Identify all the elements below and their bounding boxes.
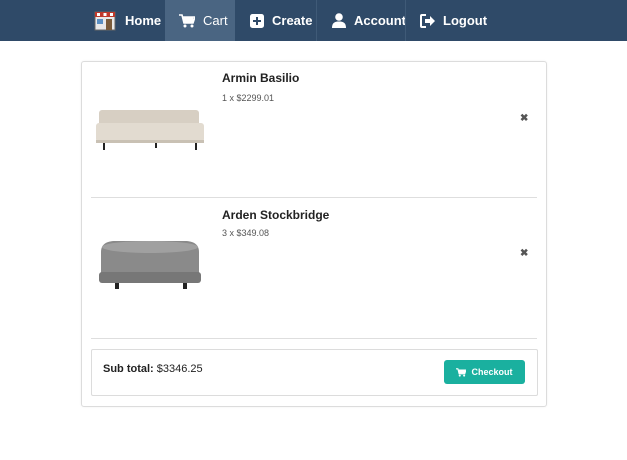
cart-summary: Sub total: $3346.25 Checkout [91,349,538,396]
cart-icon [179,13,195,28]
nav-divider [316,0,317,41]
plus-square-icon [250,13,264,28]
sign-out-icon [420,13,436,28]
nav-cart-label: Cart [203,13,228,28]
ottoman-image [95,238,205,301]
remove-item-icon[interactable]: ✖ [520,249,528,259]
sofa-image [95,106,205,157]
nav-logout[interactable]: Logout [420,0,487,41]
remove-item-icon[interactable]: ✖ [520,114,528,124]
nav-create-label: Create [272,13,313,28]
item-name[interactable]: Armin Basilio [222,71,299,85]
nav-home[interactable]: Home [94,0,161,41]
item-name[interactable]: Arden Stockbridge [222,208,329,222]
cart-item: Arden Stockbridge 3 x $349.08 ✖ [91,198,537,338]
subtotal-value: $3346.25 [156,363,203,375]
item-divider [91,338,537,339]
user-icon [332,13,346,28]
nav-cart[interactable]: Cart [165,0,235,41]
store-icon [94,11,116,31]
item-qty-price: 3 x $349.08 [222,228,270,238]
nav-account-label: Account [354,13,406,28]
cart-item: Armin Basilio 1 x $2299.01 ✖ [91,62,537,198]
checkout-label: Checkout [471,367,513,377]
subtotal: Sub total: $3346.25 [103,363,203,375]
subtotal-label: Sub total: [103,363,154,375]
checkout-button[interactable]: Checkout [444,360,525,384]
cart-panel: Armin Basilio 1 x $2299.01 ✖ Arden Stock… [81,61,547,407]
nav-account[interactable]: Account [332,0,406,41]
top-navbar: Home Cart Create Account Logout [0,0,627,41]
nav-create[interactable]: Create [250,0,312,41]
nav-logout-label: Logout [443,13,488,28]
nav-divider [405,0,406,41]
item-qty-price: 1 x $2299.01 [222,93,275,103]
cart-icon [456,367,467,377]
nav-home-label: Home [125,13,162,28]
